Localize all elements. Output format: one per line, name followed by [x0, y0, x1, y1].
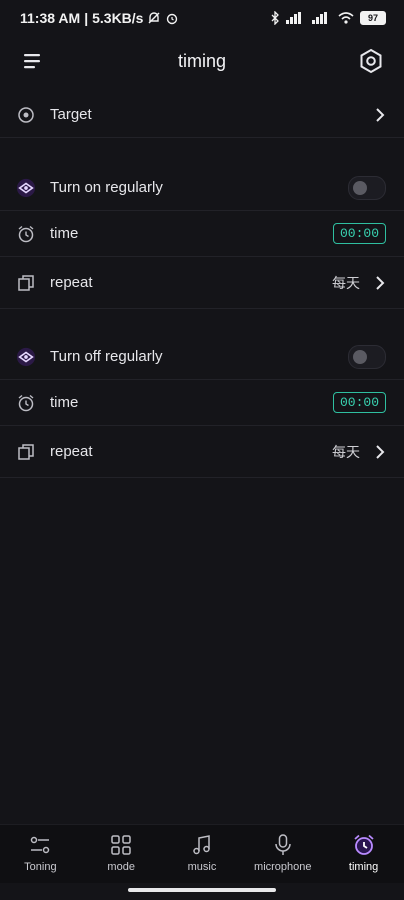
nav-music[interactable]: music	[162, 825, 242, 873]
target-icon	[16, 105, 36, 125]
off-time-label: time	[50, 394, 79, 411]
on-time-value[interactable]: 00:00	[332, 223, 386, 244]
turn-on-row: Turn on regularly	[0, 165, 404, 211]
status-speed: 5.3KB/s	[92, 10, 144, 26]
bottom-nav: Toning mode music microphone timing	[0, 824, 404, 883]
on-repeat-label: repeat	[50, 274, 93, 291]
turn-on-toggle[interactable]	[348, 175, 386, 200]
status-right: 97	[270, 11, 386, 25]
toggle-knob	[353, 349, 367, 364]
off-time-value[interactable]: 00:00	[332, 392, 386, 413]
signal-icon-2	[312, 12, 327, 24]
status-time: 11:38 AM	[20, 10, 81, 26]
nav-label: music	[187, 861, 217, 873]
nav-label: microphone	[254, 861, 312, 873]
page-title: timing	[177, 50, 226, 71]
nav-label: mode	[107, 861, 135, 873]
off-repeat-label: repeat	[50, 443, 93, 460]
signal-icon	[286, 12, 301, 24]
nav-mode[interactable]: mode	[81, 825, 161, 873]
alarm-clock-icon	[352, 833, 376, 857]
chevron-right-icon	[376, 444, 385, 459]
on-time-row[interactable]: time 00:00	[0, 211, 404, 257]
power-off-icon	[16, 347, 36, 367]
off-repeat-value: 每天	[332, 443, 360, 460]
nav-label: Toning	[24, 861, 57, 873]
chevron-right-icon	[376, 275, 385, 290]
on-repeat-value: 每天	[332, 274, 360, 291]
off-repeat-row[interactable]: repeat 每天	[0, 426, 404, 478]
turn-off-row: Turn off regularly	[0, 334, 404, 380]
power-on-icon	[16, 178, 36, 198]
alarm-icon	[16, 224, 36, 244]
top-bar: timing	[0, 36, 404, 86]
music-note-icon	[190, 833, 214, 857]
copy-icon	[16, 442, 36, 462]
copy-icon	[16, 273, 36, 293]
wifi-icon	[338, 12, 354, 24]
turn-off-toggle[interactable]	[348, 344, 386, 369]
on-repeat-row[interactable]: repeat 每天	[0, 257, 404, 309]
status-separator: |	[84, 10, 89, 26]
nav-label: timing	[348, 861, 379, 873]
toggle-knob	[353, 180, 367, 195]
bluetooth-icon	[271, 11, 279, 25]
alarm-icon	[16, 393, 36, 413]
status-bar: 11:38 AM | 5.3KB/s 97	[0, 0, 404, 36]
nav-timing[interactable]: timing	[324, 825, 404, 873]
off-time-row[interactable]: time 00:00	[0, 380, 404, 426]
microphone-icon	[271, 833, 295, 857]
turn-on-label: Turn on regularly	[50, 179, 163, 196]
target-row[interactable]: Target	[0, 92, 404, 138]
grid-icon	[109, 833, 133, 857]
alarm-status-icon	[167, 13, 178, 25]
settings-hexagon-icon[interactable]	[358, 48, 384, 74]
turn-off-label: Turn off regularly	[50, 348, 163, 365]
target-label: Target	[50, 106, 92, 123]
menu-icon[interactable]	[22, 51, 44, 71]
on-time-label: time	[50, 225, 79, 242]
home-indicator[interactable]	[128, 888, 276, 892]
toning-icon	[28, 833, 52, 857]
mute-icon	[148, 12, 160, 24]
status-left: 11:38 AM | 5.3KB/s	[20, 10, 179, 26]
nav-microphone[interactable]: microphone	[243, 825, 323, 873]
battery-icon: 97	[360, 11, 386, 25]
chevron-right-icon	[376, 107, 385, 122]
nav-toning[interactable]: Toning	[0, 825, 80, 873]
